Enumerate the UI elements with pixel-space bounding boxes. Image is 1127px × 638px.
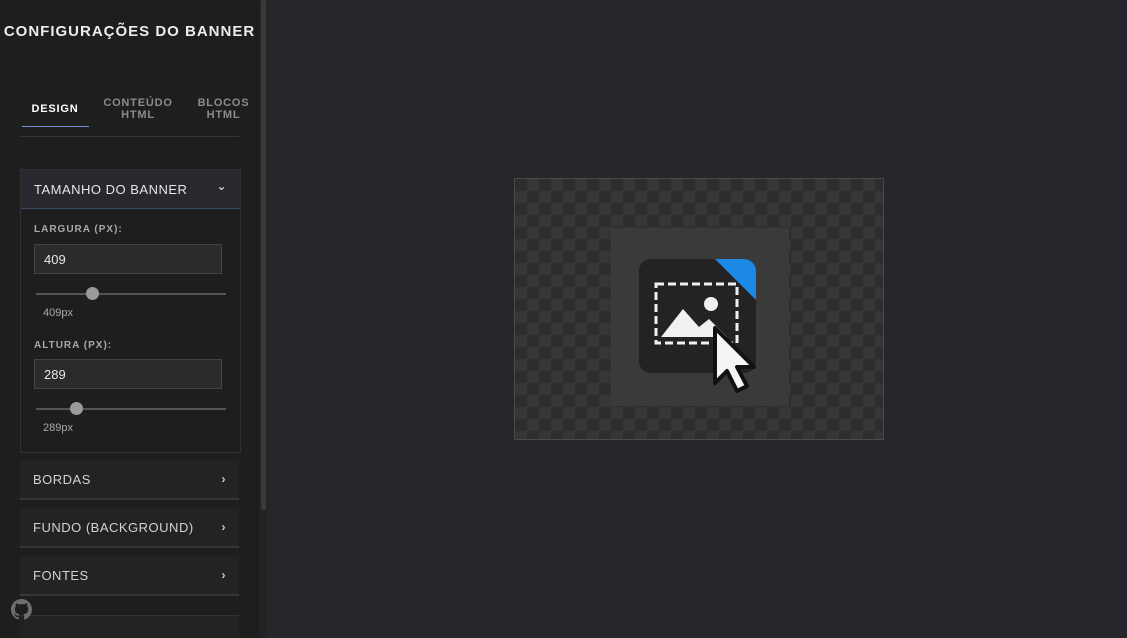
tab-html-blocks[interactable]: BLOCOS HTML — [190, 92, 257, 126]
chevron-down-icon: ⌄ — [216, 179, 227, 193]
tab-bar: DESIGN CONTEÚDO HTML BLOCOS HTML — [20, 92, 249, 137]
github-icon[interactable] — [11, 599, 32, 620]
chevron-right-icon: › — [221, 568, 226, 582]
section-fonts-header[interactable]: FONTES › — [20, 556, 239, 594]
tab-html-content-line2: HTML — [121, 109, 155, 121]
section-banner-size-title: TAMANHO DO BANNER — [34, 181, 188, 197]
width-slider[interactable] — [36, 287, 226, 300]
active-tab-indicator — [22, 126, 89, 127]
image-select-cursor-icon — [639, 259, 756, 393]
section-fonts: FONTES › — [20, 556, 239, 596]
sidebar-title: CONFIGURAÇÕES DO BANNER — [3, 23, 256, 40]
width-input[interactable]: 409 — [34, 244, 222, 274]
banner-preview[interactable] — [611, 228, 789, 406]
sidebar-scrollbar-thumb[interactable] — [261, 0, 266, 510]
chevron-right-icon: › — [221, 520, 226, 534]
height-readout: 289px — [43, 422, 73, 434]
banner-canvas — [514, 178, 884, 440]
section-banner-size-header[interactable]: TAMANHO DO BANNER ⌄ — [21, 170, 240, 209]
section-fonts-title: FONTES — [33, 567, 89, 583]
section-next-partial[interactable] — [20, 615, 239, 638]
section-borders-title: BORDAS — [33, 471, 91, 487]
tab-design[interactable]: DESIGN — [20, 92, 90, 126]
height-input[interactable]: 289 — [34, 359, 222, 389]
tab-html-content-line1: CONTEÚDO — [103, 97, 173, 109]
tab-html-content[interactable]: CONTEÚDO HTML — [97, 92, 179, 126]
height-slider-thumb[interactable] — [69, 402, 83, 415]
tab-design-label: DESIGN — [31, 103, 79, 115]
height-slider[interactable] — [36, 402, 226, 415]
section-background-title: FUNDO (BACKGROUND) — [33, 519, 194, 535]
section-background: FUNDO (BACKGROUND) › — [20, 508, 239, 548]
width-slider-thumb[interactable] — [85, 287, 99, 300]
tab-html-blocks-line1: BLOCOS — [197, 97, 250, 109]
tab-html-blocks-line2: HTML — [206, 109, 241, 121]
section-background-header[interactable]: FUNDO (BACKGROUND) › — [20, 508, 239, 546]
settings-sidebar: CONFIGURAÇÕES DO BANNER DESIGN CONTEÚDO … — [0, 0, 259, 638]
section-banner-size: TAMANHO DO BANNER ⌄ LARGURA (PX): 409 40… — [20, 169, 241, 453]
width-label: LARGURA (PX): — [34, 224, 123, 235]
section-borders: BORDAS › — [20, 460, 239, 500]
height-label: ALTURA (PX): — [34, 340, 113, 351]
chevron-right-icon: › — [221, 472, 226, 486]
width-readout: 409px — [43, 307, 73, 319]
section-borders-header[interactable]: BORDAS › — [20, 460, 239, 498]
